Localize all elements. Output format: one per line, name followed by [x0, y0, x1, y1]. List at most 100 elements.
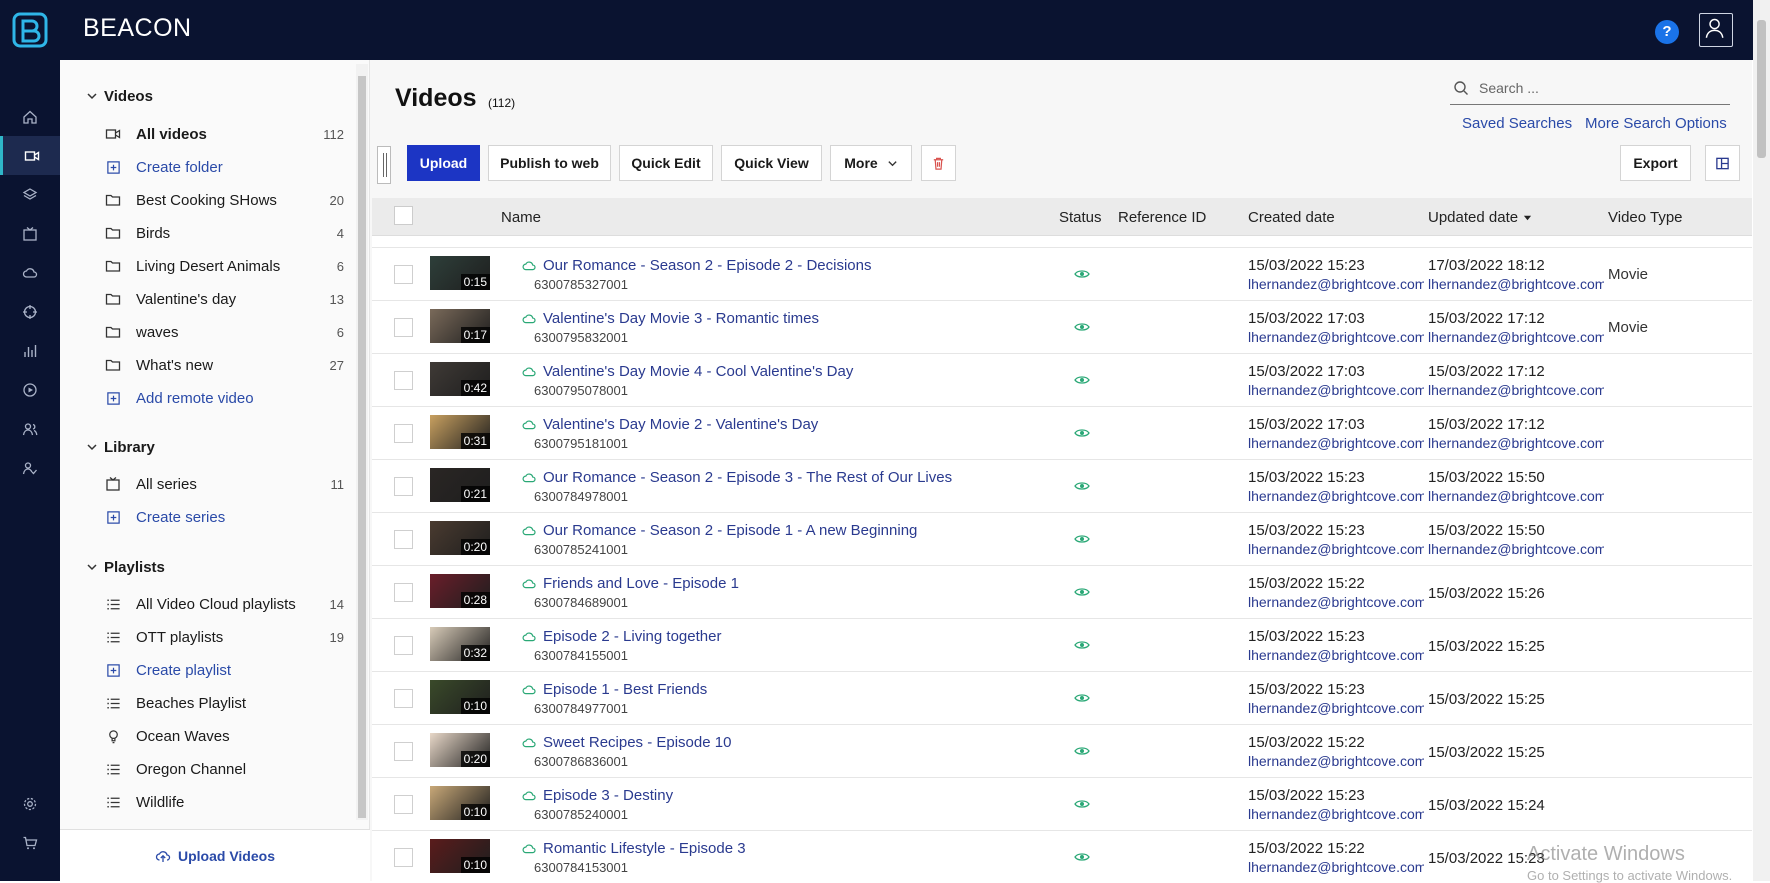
sidebar-item-valentine-s-day[interactable]: Valentine's day 13	[104, 286, 344, 312]
video-thumbnail[interactable]: 0:10	[430, 786, 490, 820]
home-icon[interactable]	[0, 97, 60, 136]
quick-view-button[interactable]: Quick View	[721, 145, 822, 181]
sidebar-item-create-playlist[interactable]: Create playlist	[104, 657, 344, 683]
select-all-checkbox[interactable]	[394, 206, 413, 225]
more-search-options-link[interactable]: More Search Options	[1585, 115, 1727, 132]
video-thumbnail[interactable]: 0:20	[430, 521, 490, 555]
row-checkbox[interactable]	[394, 689, 413, 708]
videos-nav-icon[interactable]	[0, 136, 60, 175]
video-thumbnail[interactable]: 0:20	[430, 733, 490, 767]
delete-button[interactable]	[921, 145, 956, 181]
video-name-link[interactable]: Episode 3 - Destiny	[522, 787, 673, 804]
publish-to-web-button[interactable]: Publish to web	[488, 145, 611, 181]
video-name-link[interactable]: Romantic Lifestyle - Episode 3	[522, 840, 746, 857]
table-row[interactable]: 0:20 Sweet Recipes - Episode 10 6300786836…	[372, 725, 1752, 778]
sidebar-item-living-desert-animals[interactable]: Living Desert Animals 6	[104, 253, 344, 279]
row-checkbox[interactable]	[394, 848, 413, 867]
row-checkbox[interactable]	[394, 530, 413, 549]
table-row[interactable]: 0:28 Friends and Love - Episode 1 63007846…	[372, 566, 1752, 619]
sidebar-item-ott-playlists[interactable]: OTT playlists 19	[104, 624, 344, 650]
upload-button[interactable]: Upload	[407, 145, 480, 181]
sidebar-item-all-video-cloud-playlists[interactable]: All Video Cloud playlists 14	[104, 591, 344, 617]
video-thumbnail[interactable]: 0:10	[430, 839, 490, 873]
page-scrollbar[interactable]	[1753, 0, 1770, 881]
sidebar-scrollbar[interactable]	[356, 64, 368, 820]
settings-gear-icon[interactable]	[0, 784, 60, 823]
row-checkbox[interactable]	[394, 265, 413, 284]
table-row[interactable]: 0:21 Our Romance - Season 2 - Episode 3 -…	[372, 460, 1752, 513]
row-checkbox[interactable]	[394, 795, 413, 814]
library-section-header[interactable]: Library	[86, 436, 155, 458]
users-icon[interactable]	[0, 409, 60, 448]
video-thumbnail[interactable]: 0:15	[430, 256, 490, 290]
cart-icon[interactable]	[0, 823, 60, 862]
video-name-link[interactable]: Episode 1 - Best Friends	[522, 681, 707, 698]
panel-toggle-handle[interactable]	[377, 146, 391, 184]
video-name-link[interactable]: Valentine's Day Movie 3 - Romantic times	[522, 310, 819, 327]
table-row[interactable]: 0:31 Valentine's Day Movie 2 - Valentine'…	[372, 407, 1752, 460]
quick-edit-button[interactable]: Quick Edit	[619, 145, 713, 181]
user-account-button[interactable]	[1699, 13, 1733, 47]
video-thumbnail[interactable]: 0:21	[430, 468, 490, 502]
row-checkbox[interactable]	[394, 424, 413, 443]
row-checkbox[interactable]	[394, 477, 413, 496]
column-header-status[interactable]: Status	[1059, 209, 1102, 226]
video-name-link[interactable]: Episode 2 - Living together	[522, 628, 721, 645]
playlists-section-header[interactable]: Playlists	[86, 556, 165, 578]
user-check-icon[interactable]	[0, 448, 60, 487]
sidebar-item-all-videos[interactable]: All videos 112	[104, 121, 344, 147]
sidebar-item-wildlife[interactable]: Wildlife	[104, 789, 344, 815]
sidebar-item-add-remote-video[interactable]: Add remote video	[104, 385, 344, 411]
table-row[interactable]: 0:17 Valentine's Day Movie 3 - Romantic t…	[372, 301, 1752, 354]
search-input[interactable]	[1479, 80, 1719, 96]
videos-section-header[interactable]: Videos	[86, 85, 153, 107]
video-name-link[interactable]: Friends and Love - Episode 1	[522, 575, 739, 592]
table-row[interactable]: 0:10 Episode 3 - Destiny 6300785240001 15/0…	[372, 778, 1752, 831]
column-header-created-date[interactable]: Created date	[1248, 209, 1335, 226]
layers-icon[interactable]	[0, 175, 60, 214]
cloud-icon[interactable]	[0, 253, 60, 292]
row-checkbox[interactable]	[394, 636, 413, 655]
video-name-link[interactable]: Our Romance - Season 2 - Episode 3 - The…	[522, 469, 952, 486]
export-button[interactable]: Export	[1620, 145, 1691, 181]
table-row[interactable]: 0:10 Episode 1 - Best Friends 630078497700…	[372, 672, 1752, 725]
sidebar-item-what-s-new[interactable]: What's new 27	[104, 352, 344, 378]
table-row[interactable]: 0:15 Our Romance - Season 2 - Episode 2 -…	[372, 248, 1752, 301]
table-row[interactable]: 0:32 Episode 2 - Living together 630078415…	[372, 619, 1752, 672]
sidebar-item-waves[interactable]: waves 6	[104, 319, 344, 345]
more-dropdown-button[interactable]: More	[830, 145, 912, 181]
sidebar-item-best-cooking-shows[interactable]: Best Cooking SHows 20	[104, 187, 344, 213]
saved-searches-link[interactable]: Saved Searches	[1462, 115, 1572, 132]
video-thumbnail[interactable]: 0:17	[430, 309, 490, 343]
row-checkbox[interactable]	[394, 583, 413, 602]
video-thumbnail[interactable]: 0:32	[430, 627, 490, 661]
column-header-video-type[interactable]: Video Type	[1608, 209, 1683, 226]
video-name-link[interactable]: Sweet Recipes - Episode 10	[522, 734, 731, 751]
video-thumbnail[interactable]: 0:10	[430, 680, 490, 714]
column-settings-button[interactable]	[1705, 145, 1740, 181]
video-name-link[interactable]: Valentine's Day Movie 4 - Cool Valentine…	[522, 363, 853, 380]
player-icon[interactable]	[0, 370, 60, 409]
sidebar-item-ocean-waves[interactable]: Ocean Waves	[104, 723, 344, 749]
beacon-logo-icon[interactable]	[12, 12, 48, 48]
sidebar-item-beaches-playlist[interactable]: Beaches Playlist	[104, 690, 344, 716]
row-checkbox[interactable]	[394, 742, 413, 761]
video-thumbnail[interactable]: 0:31	[430, 415, 490, 449]
column-header-updated-date[interactable]: Updated date	[1428, 209, 1532, 226]
video-name-link[interactable]: Our Romance - Season 2 - Episode 1 - A n…	[522, 522, 917, 539]
target-icon[interactable]	[0, 292, 60, 331]
column-header-name[interactable]: Name	[501, 209, 541, 226]
tv-icon[interactable]	[0, 214, 60, 253]
row-checkbox[interactable]	[394, 318, 413, 337]
sidebar-item-oregon-channel[interactable]: Oregon Channel	[104, 756, 344, 782]
sidebar-item-birds[interactable]: Birds 4	[104, 220, 344, 246]
sidebar-item-create-series[interactable]: Create series	[104, 504, 344, 530]
sidebar-scroll-thumb[interactable]	[358, 76, 366, 818]
row-checkbox[interactable]	[394, 371, 413, 390]
video-name-link[interactable]: Valentine's Day Movie 2 - Valentine's Da…	[522, 416, 818, 433]
help-button[interactable]: ?	[1655, 20, 1679, 44]
video-name-link[interactable]: Our Romance - Season 2 - Episode 2 - Dec…	[522, 257, 871, 274]
video-thumbnail[interactable]: 0:28	[430, 574, 490, 608]
page-scroll-thumb[interactable]	[1757, 20, 1766, 158]
sidebar-item-all-series[interactable]: All series 11	[104, 471, 344, 497]
